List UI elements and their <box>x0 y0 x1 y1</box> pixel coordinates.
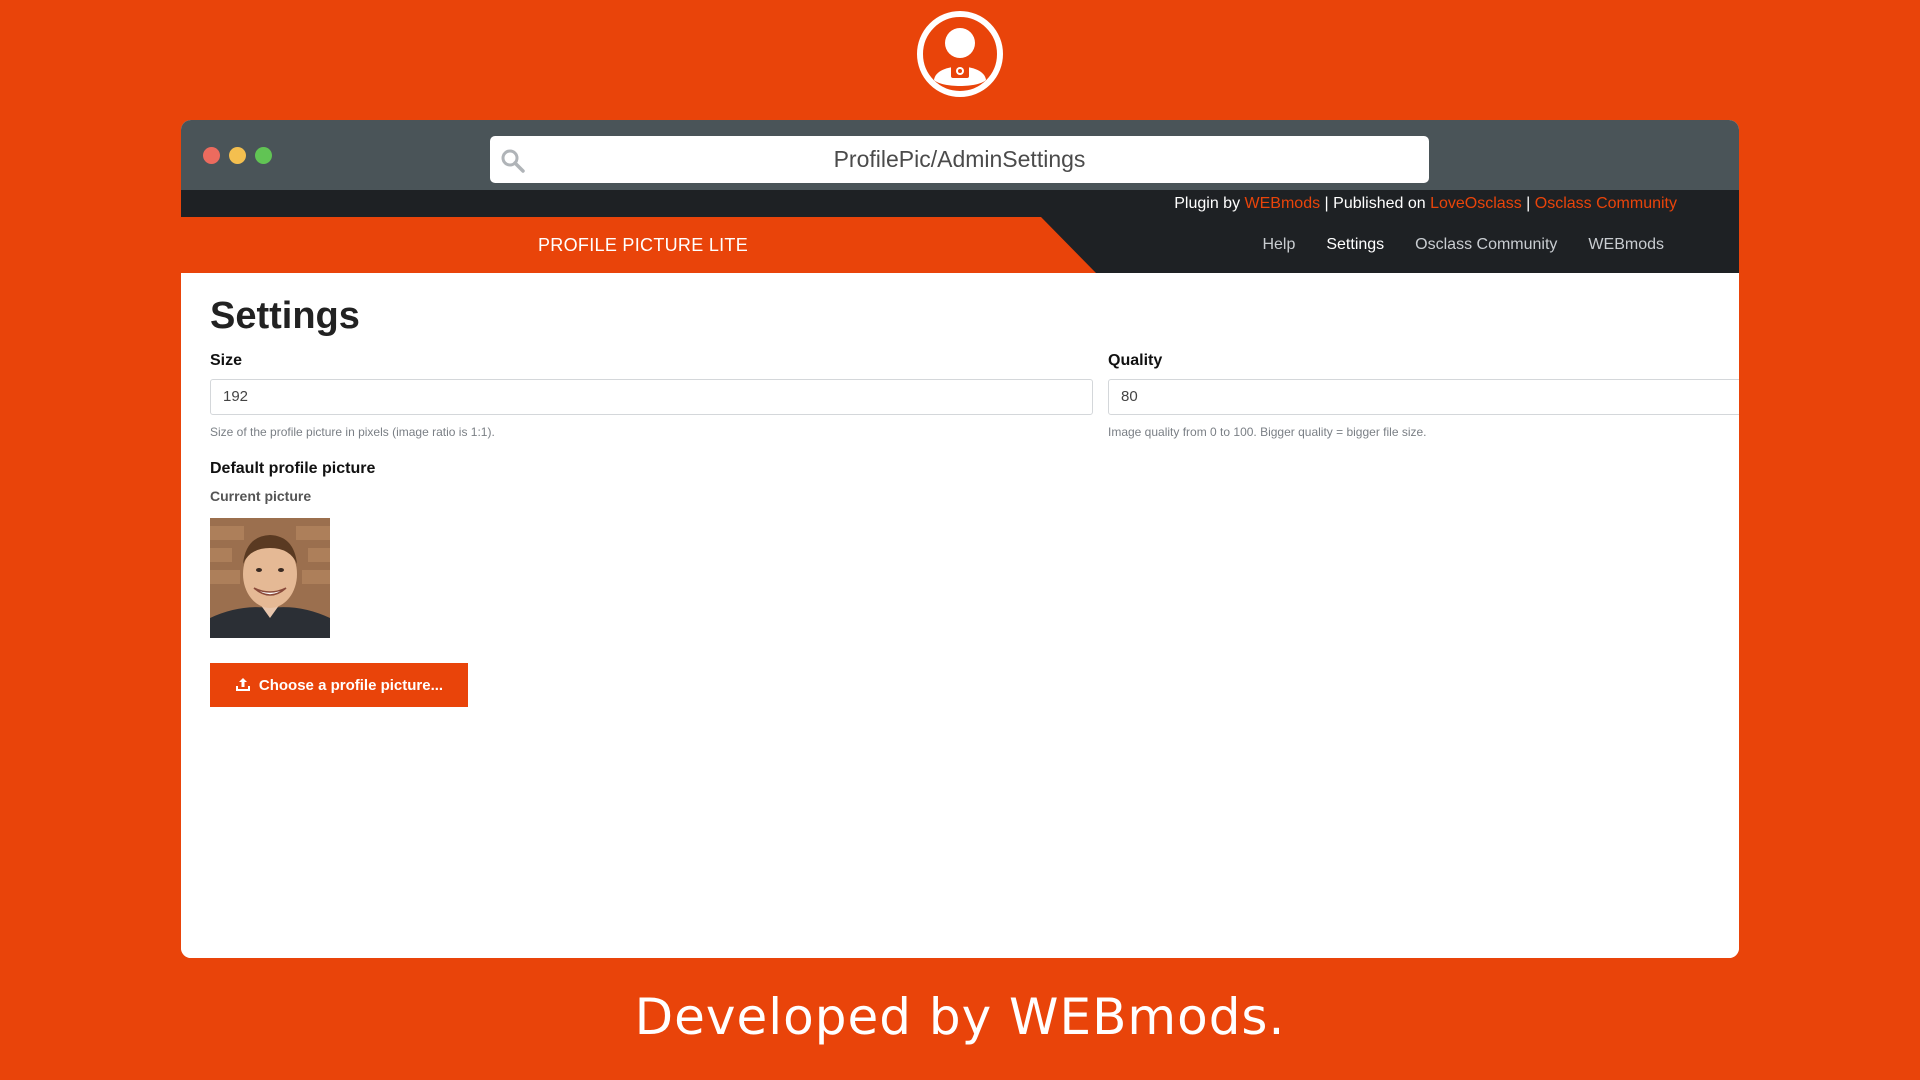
osclass-community-link[interactable]: Osclass Community <box>1535 195 1677 212</box>
size-label: Size <box>210 352 243 369</box>
plugin-navbar: PROFILE PICTURE LITE Help Settings Oscla… <box>181 217 1739 273</box>
browser-window: ProfilePic/AdminSettings Plugin by WEBmo… <box>181 120 1739 958</box>
nav-link-settings[interactable]: Settings <box>1326 217 1384 273</box>
page-title: Settings <box>210 295 360 337</box>
plugin-by-text: Plugin by <box>1174 195 1245 212</box>
nav-links: Help Settings Osclass Community WEBmods <box>1262 217 1664 273</box>
default-picture-label: Default profile picture <box>210 460 376 477</box>
current-picture-label: Current picture <box>210 488 312 504</box>
nav-link-webmods[interactable]: WEBmods <box>1588 217 1664 273</box>
window-minimize-button[interactable] <box>229 147 246 164</box>
quality-label: Quality <box>1108 352 1163 369</box>
browser-chrome: ProfilePic/AdminSettings <box>181 120 1739 190</box>
size-help-text: Size of the profile picture in pixels (i… <box>210 425 495 439</box>
current-profile-picture <box>210 518 330 638</box>
nav-link-osclass-community[interactable]: Osclass Community <box>1415 217 1557 273</box>
user-profile-camera-icon <box>917 11 1003 97</box>
settings-content: Settings Size 192 Size of the profile pi… <box>181 273 1739 958</box>
plugin-info-bar: Plugin by WEBmods | Published on LoveOsc… <box>181 190 1739 217</box>
plugin-author-link[interactable]: WEBmods <box>1245 195 1321 212</box>
choose-profile-picture-button[interactable]: Choose a profile picture... <box>210 663 468 707</box>
developed-by-text: Developed by WEBmods. <box>634 988 1286 1046</box>
plugin-title[interactable]: PROFILE PICTURE LITE <box>538 217 748 273</box>
choose-profile-picture-label: Choose a profile picture... <box>258 676 444 694</box>
loveosclass-link[interactable]: LoveOsclass <box>1430 195 1522 212</box>
window-maximize-button[interactable] <box>255 147 272 164</box>
quality-input[interactable]: 80 <box>1108 379 1739 415</box>
window-close-button[interactable] <box>203 147 220 164</box>
address-bar-url: ProfilePic/AdminSettings <box>833 146 1086 172</box>
separator-text: | <box>1521 195 1535 212</box>
nav-link-help[interactable]: Help <box>1262 217 1295 273</box>
published-on-text: | Published on <box>1320 195 1431 212</box>
quality-help-text: Image quality from 0 to 100. Bigger qual… <box>1108 425 1427 439</box>
upload-icon <box>235 678 250 691</box>
address-bar[interactable]: ProfilePic/AdminSettings <box>490 136 1429 183</box>
size-input[interactable]: 192 <box>210 379 1093 415</box>
